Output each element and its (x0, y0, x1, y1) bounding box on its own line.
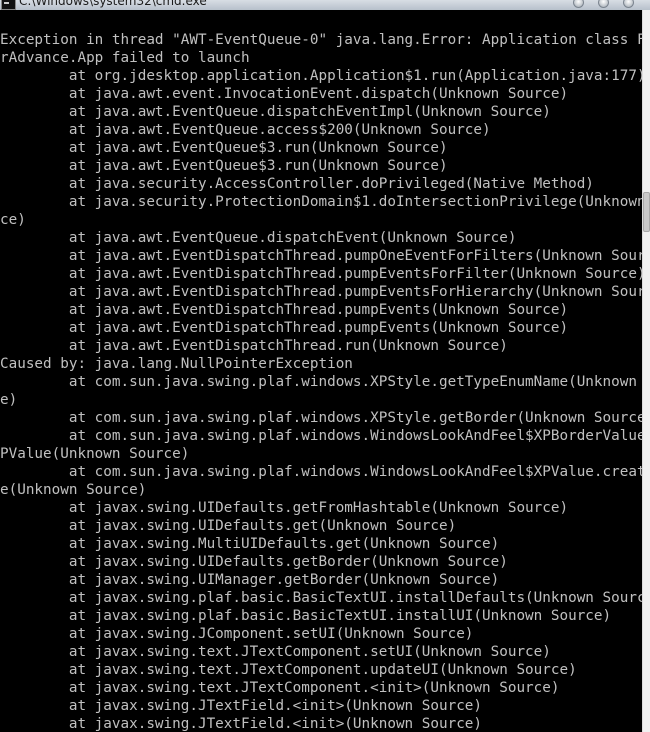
console-line: at java.security.AccessController.doPriv… (0, 176, 594, 192)
console-line: at javax.swing.text.JTextComponent.<init… (0, 680, 560, 696)
maximize-icon[interactable] (598, 0, 609, 8)
console-line: at javax.swing.JComponent.setUI(Unknown … (0, 626, 474, 642)
console-line: at java.awt.EventDispatchThread.pumpEven… (0, 320, 569, 336)
console-line: at java.awt.EventDispatchThread.pumpOneE… (0, 248, 642, 264)
console-line: at com.sun.java.swing.plaf.windows.Windo… (0, 464, 642, 480)
title-bar[interactable]: C:\Windows\system32\cmd.exe (0, 0, 650, 10)
console-line: at javax.swing.UIManager.getBorder(Unkno… (0, 572, 500, 588)
console-line: at java.awt.EventQueue$3.run(Unknown Sou… (0, 140, 448, 156)
console-line: at java.awt.EventDispatchThread.pumpEven… (0, 302, 569, 318)
console-output[interactable]: Exception in thread "AWT-EventQueue-0" j… (0, 31, 642, 732)
console-window: C:\Windows\system32\cmd.exe Exception in… (0, 0, 650, 732)
console-line: at javax.swing.JTextField.<init>(Unknown… (0, 716, 483, 732)
console-line: ce) (0, 212, 26, 228)
console-line: at javax.swing.text.JTextComponent.setUI… (0, 644, 551, 660)
console-line: at javax.swing.UIDefaults.get(Unknown So… (0, 518, 457, 534)
vertical-scrollbar[interactable] (642, 10, 650, 732)
scrollbar-thumb[interactable] (643, 192, 650, 232)
console-line: at java.awt.EventDispatchThread.pumpEven… (0, 266, 642, 282)
console-line: at org.jdesktop.application.Application$… (0, 68, 642, 84)
console-line: e) (0, 392, 18, 408)
console-line: at java.awt.EventQueue.access$200(Unknow… (0, 122, 491, 138)
console-line: at java.awt.EventDispatchThread.pumpEven… (0, 284, 642, 300)
console-line: at java.security.ProtectionDomain$1.doIn… (0, 194, 642, 210)
console-line: at java.awt.EventQueue$3.run(Unknown Sou… (0, 158, 448, 174)
cmd-icon[interactable] (1, 0, 16, 10)
console-line: at javax.swing.UIDefaults.getFromHashtab… (0, 500, 569, 516)
console-line: at javax.swing.UIDefaults.getBorder(Unkn… (0, 554, 508, 570)
console-line: at javax.swing.JTextField.<init>(Unknown… (0, 698, 483, 714)
console-line: at javax.swing.plaf.basic.BasicTextUI.in… (0, 590, 642, 606)
close-icon[interactable] (623, 0, 634, 8)
console-line: Caused by: java.lang.NullPointerExceptio… (0, 356, 353, 372)
minimize-icon[interactable] (573, 0, 584, 8)
console-line: e(Unknown Source) (0, 482, 147, 498)
console-line: Exception in thread "AWT-EventQueue-0" j… (0, 32, 642, 48)
console-line: at com.sun.java.swing.plaf.windows.XPSty… (0, 410, 642, 426)
console-line: at javax.swing.MultiUIDefaults.get(Unkno… (0, 536, 500, 552)
console-line: rAdvance.App failed to launch (0, 50, 250, 66)
console-line: at com.sun.java.swing.plaf.windows.Windo… (0, 428, 642, 444)
console-line: at javax.swing.plaf.basic.BasicTextUI.in… (0, 608, 612, 624)
window-title: C:\Windows\system32\cmd.exe (19, 0, 207, 8)
console-line: at java.awt.EventQueue.dispatchEventImpl… (0, 104, 551, 120)
console-line: at java.awt.event.InvocationEvent.dispat… (0, 86, 569, 102)
console-line: at java.awt.EventQueue.dispatchEvent(Unk… (0, 230, 517, 246)
console-line: at com.sun.java.swing.plaf.windows.XPSty… (0, 374, 642, 390)
console-line: PValue(Unknown Source) (0, 446, 190, 462)
console-line: at javax.swing.text.JTextComponent.updat… (0, 662, 577, 678)
console-line: at java.awt.EventDispatchThread.run(Unkn… (0, 338, 508, 354)
